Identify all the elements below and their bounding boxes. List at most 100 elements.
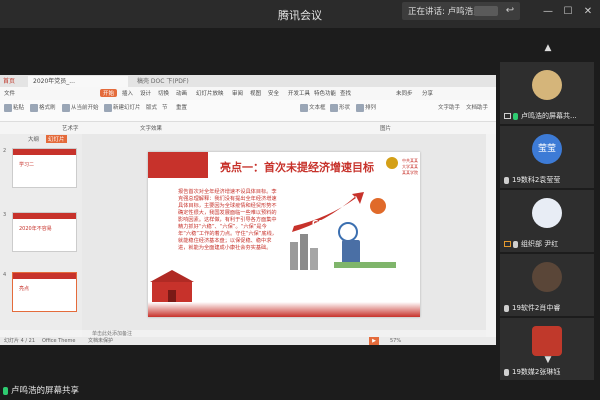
gdp-illustration: GDP [290,192,396,270]
avatar [532,262,562,292]
host-icon [504,241,511,247]
tool-textbox[interactable]: 文本框 [300,103,326,112]
doc-tab-ppt[interactable]: 2020年党员_... [28,76,128,87]
thumbnail-label: 2020年不容易 [19,226,52,232]
tool-arrange[interactable]: 排列 [356,103,376,112]
mic-icon [513,240,518,248]
mic-icon [3,386,8,395]
menu-animation[interactable]: 动画 [176,89,187,97]
tab-slides[interactable]: 幻灯片 [46,135,67,143]
avatar [532,70,562,100]
menu-design[interactable]: 设计 [140,89,151,97]
share-button[interactable]: 分享 [422,89,433,97]
panel-tabs: 大纲 幻灯片 [0,134,82,144]
participant-tile[interactable]: 19数媒2张琳钰 [500,318,594,380]
speaking-indicator: 正在讲话: 卢鸣浩; ↩ [402,2,520,20]
tool-picture[interactable]: 图片 [380,124,391,132]
new-slide-icon [104,103,112,112]
menu-file[interactable]: 文件 [4,89,15,97]
tool-reset[interactable]: 重置 [176,103,187,111]
slide-thumbnail[interactable]: 学习二 [12,148,77,188]
back-icon[interactable]: ↩ [502,3,518,19]
tab-outline[interactable]: 大纲 [28,135,39,143]
participant-name: 19数媒2张琳钰 [504,367,560,377]
slide-thumbnail[interactable]: 2020年不容易 [12,212,77,252]
minimize-button[interactable]: — [540,4,556,20]
slide-footer [148,302,420,317]
menu-devtools[interactable]: 开发工具 [288,89,310,97]
avatar [532,198,562,228]
slide-thumbnail-panel: 大纲 幻灯片 学习二 2 2020年不容易 3 亮点 4 [0,134,82,330]
tool-layout[interactable]: 版式 [146,103,157,111]
thumbnail-bar [13,213,76,219]
slide-editor: 亮点一：首次未提经济增速目标 中共某某大学某某某某学院 报告首次对全年经济增速不… [82,134,486,330]
maximize-button[interactable]: ☐ [560,4,576,20]
party-emblem-icon [386,157,398,169]
play-slideshow-button[interactable]: ▶ [369,337,379,345]
thumbnail-number: 4 [3,272,7,278]
header-small-text: 中共某某大学某某某某学院 [402,158,418,175]
thumbnail-label: 学习二 [19,162,35,168]
tool-format-painter[interactable]: 格式刷 [30,103,56,112]
tool-doc-assistant[interactable]: 文档助手 [466,103,488,111]
thumbnail-bar [13,149,76,155]
menu-slideshow[interactable]: 幻灯片放映 [196,89,224,97]
paste-icon [4,103,12,112]
doc-tab-bar: 首页 2020年党员_... 稿壳 DOC 下(PDF) [0,75,496,87]
title-bar: 腾讯会议 正在讲话: 卢鸣浩; ↩ — ☐ ✕ [0,0,600,28]
textbox-icon [300,103,308,112]
slide-thumbnail-selected[interactable]: 亮点 [12,272,77,312]
participant-name: 19数科2袁莹莹 [504,175,560,185]
ribbon-toolbar: 粘贴 格式刷 从当前开始 新建幻灯片 版式 节 重置 文本框 形状 排列 文字助… [0,100,496,122]
participant-tile[interactable]: 19软件2肖中睿 [500,254,594,316]
tool-text-assistant[interactable]: 文字助手 [438,103,460,111]
slide-body-text: 报告首次对全年经济增速不设具体目标。李克强总理解释：我们没有提出全年经济增速具体… [178,189,277,251]
thumbnail-number: 2 [3,148,7,154]
participant-name: 19软件2肖中睿 [504,303,560,313]
doc-tab-pdf[interactable]: 稿壳 DOC 下(PDF) [132,76,212,87]
thumbnail-number: 3 [3,212,7,218]
participants-panel: ▲ 卢鸣浩的屏幕共... 莹莹 19数科2袁莹莹 组织部 尹红 19软件2肖中睿… [496,28,600,400]
speaking-text: 正在讲话: 卢鸣浩; [408,7,476,17]
home-tab[interactable]: 首页 [3,76,15,87]
mic-icon [504,176,509,184]
arrange-icon [356,103,364,112]
menu-bar: 文件 开始 插入 设计 切换 动画 幻灯片放映 审阅 视图 安全 开发工具 特色… [0,87,496,100]
participant-tile[interactable]: 莹莹 19数科2袁莹莹 [500,126,594,188]
close-button[interactable]: ✕ [580,4,596,20]
speaker-avatar-icon [474,6,498,16]
screen-share-label: 卢鸣浩的屏幕共享 [3,384,79,396]
protect-status[interactable]: 文档未保护 [88,337,113,345]
tiananmen-illustration [150,270,194,302]
sync-status[interactable]: 未同步 [396,89,413,97]
zoom-level[interactable]: 57% [390,337,401,345]
scroll-down-icon[interactable]: ▼ [536,354,560,366]
menu-review[interactable]: 审阅 [232,89,243,97]
menu-transition[interactable]: 切换 [158,89,169,97]
avatar: 莹莹 [532,134,562,164]
scroll-up-icon[interactable]: ▲ [536,42,560,54]
tool-play-from-current[interactable]: 从当前开始 [62,103,99,112]
status-bar: 幻灯片 4 / 21 Office Theme 文档未保护 ▶ 57% [0,337,496,345]
menu-insert[interactable]: 插入 [122,89,133,97]
tool-text-effect[interactable]: 文字效果 [140,124,162,132]
brush-icon [30,103,38,112]
menu-features[interactable]: 特色功能 [314,89,336,97]
participant-tile[interactable]: 卢鸣浩的屏幕共... [500,62,594,124]
slide-canvas[interactable]: 亮点一：首次未提经济增速目标 中共某某大学某某某某学院 报告首次对全年经济增速不… [148,152,420,317]
tool-paste[interactable]: 粘贴 [4,103,24,112]
menu-home[interactable]: 开始 [100,89,118,97]
ribbon-toolbar-row2: 艺术字 文字效果 图片 [0,122,496,134]
thumbnail-bar [13,273,76,279]
menu-search[interactable]: 查找 [340,89,351,97]
participant-tile[interactable]: 组织部 尹红 [500,190,594,252]
slide-title: 亮点一：首次未提经济增速目标 [220,161,374,174]
tool-wordart[interactable]: 艺术字 [62,124,79,132]
theme-name: Office Theme [42,338,76,344]
tool-new-slide[interactable]: 新建幻灯片 [104,103,141,112]
menu-security[interactable]: 安全 [268,89,279,97]
tool-shape[interactable]: 形状 [330,103,350,112]
mic-icon [513,112,518,120]
tool-section[interactable]: 节 [162,103,168,111]
menu-view[interactable]: 视图 [250,89,261,97]
